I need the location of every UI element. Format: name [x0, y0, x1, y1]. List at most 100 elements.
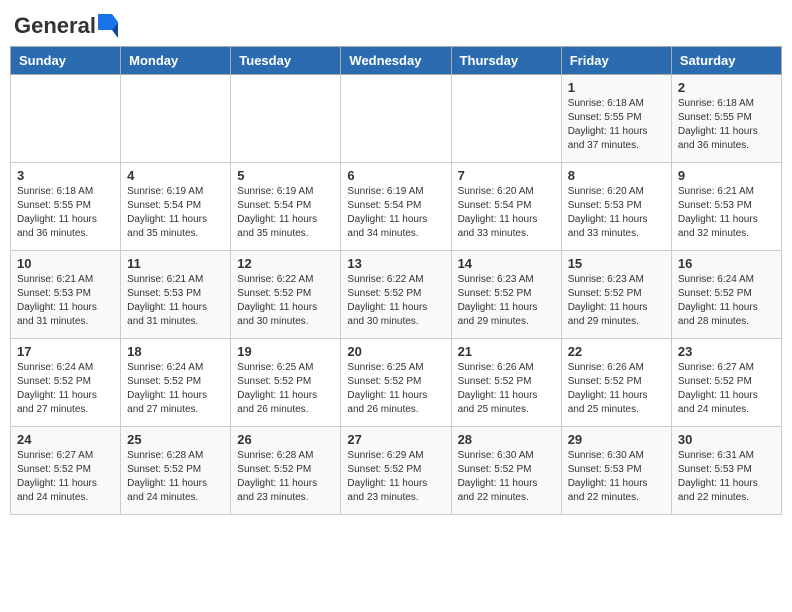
day-info: Sunrise: 6:20 AM Sunset: 5:54 PM Dayligh… — [458, 186, 538, 239]
logo-text-general: General — [14, 15, 96, 37]
day-cell: 12 Sunrise: 6:22 AM Sunset: 5:52 PM Dayli… — [231, 251, 341, 339]
day-number: 6 — [347, 168, 444, 183]
logo-icon — [98, 14, 118, 38]
week-row-3: 10 Sunrise: 6:21 AM Sunset: 5:53 PM Dayli… — [11, 251, 782, 339]
day-cell: 29 Sunrise: 6:30 AM Sunset: 5:53 PM Dayli… — [561, 427, 671, 515]
day-info: Sunrise: 6:31 AM Sunset: 5:53 PM Dayligh… — [678, 450, 758, 503]
day-number: 16 — [678, 256, 775, 271]
day-info: Sunrise: 6:24 AM Sunset: 5:52 PM Dayligh… — [17, 362, 97, 415]
day-number: 30 — [678, 432, 775, 447]
header-cell-friday: Friday — [561, 47, 671, 75]
day-cell: 5 Sunrise: 6:19 AM Sunset: 5:54 PM Daylig… — [231, 163, 341, 251]
calendar-table: SundayMondayTuesdayWednesdayThursdayFrid… — [10, 46, 782, 515]
header-cell-saturday: Saturday — [671, 47, 781, 75]
day-number: 3 — [17, 168, 114, 183]
day-cell: 19Sunrise: 6:25 AM Sunset: 5:52 PM Dayli… — [231, 339, 341, 427]
day-info: Sunrise: 6:21 AM Sunset: 5:53 PM Dayligh… — [127, 274, 207, 327]
day-number: 10 — [17, 256, 114, 271]
day-number: 13 — [347, 256, 444, 271]
day-cell: 6 Sunrise: 6:19 AM Sunset: 5:54 PM Daylig… — [341, 163, 451, 251]
day-cell: 18Sunrise: 6:24 AM Sunset: 5:52 PM Dayli… — [121, 339, 231, 427]
day-info: Sunrise: 6:23 AM Sunset: 5:52 PM Dayligh… — [458, 274, 538, 327]
header-cell-thursday: Thursday — [451, 47, 561, 75]
day-cell: 1 Sunrise: 6:18 AM Sunset: 5:55 PM Daylig… — [561, 75, 671, 163]
day-cell: 17 Sunrise: 6:24 AM Sunset: 5:52 PM Dayli… — [11, 339, 121, 427]
day-number: 2 — [678, 80, 775, 95]
day-cell: 16 Sunrise: 6:24 AM Sunset: 5:52 PM Dayli… — [671, 251, 781, 339]
day-info: Sunrise: 6:28 AM Sunset: 5:52 PM Dayligh… — [127, 450, 207, 503]
day-info: Sunrise: 6:24 AM Sunset: 5:52 PM Dayligh… — [678, 274, 758, 327]
day-number: 11 — [127, 256, 224, 271]
day-number: 29 — [568, 432, 665, 447]
day-info: Sunrise: 6:27 AM Sunset: 5:52 PM Dayligh… — [678, 362, 758, 415]
day-cell: 10 Sunrise: 6:21 AM Sunset: 5:53 PM Dayli… — [11, 251, 121, 339]
day-number: 26 — [237, 432, 334, 447]
day-cell: 28 Sunrise: 6:30 AM Sunset: 5:52 PM Dayli… — [451, 427, 561, 515]
day-number: 4 — [127, 168, 224, 183]
header-cell-tuesday: Tuesday — [231, 47, 341, 75]
day-cell: 3 Sunrise: 6:18 AM Sunset: 5:55 PM Daylig… — [11, 163, 121, 251]
day-info: Sunrise: 6:29 AM Sunset: 5:52 PM Dayligh… — [347, 450, 427, 503]
day-number: 28 — [458, 432, 555, 447]
day-cell — [341, 75, 451, 163]
header: General — [10, 10, 782, 38]
day-info: Sunrise: 6:19 AM Sunset: 5:54 PM Dayligh… — [127, 186, 207, 239]
day-info: Sunrise: 6:18 AM Sunset: 5:55 PM Dayligh… — [568, 98, 648, 151]
day-number: 5 — [237, 168, 334, 183]
header-row: SundayMondayTuesdayWednesdayThursdayFrid… — [11, 47, 782, 75]
day-cell: 20 Sunrise: 6:25 AM Sunset: 5:52 PM Dayli… — [341, 339, 451, 427]
day-number: 17 — [17, 344, 114, 359]
day-number: 22 — [568, 344, 665, 359]
day-info: Sunrise: 6:26 AM Sunset: 5:52 PM Dayligh… — [568, 362, 648, 415]
day-cell: 21Sunrise: 6:26 AM Sunset: 5:52 PM Dayli… — [451, 339, 561, 427]
day-info: Sunrise: 6:27 AM Sunset: 5:52 PM Dayligh… — [17, 450, 97, 503]
day-cell: 11 Sunrise: 6:21 AM Sunset: 5:53 PM Dayli… — [121, 251, 231, 339]
day-number: 9 — [678, 168, 775, 183]
header-cell-sunday: Sunday — [11, 47, 121, 75]
day-cell — [121, 75, 231, 163]
day-cell: 14 Sunrise: 6:23 AM Sunset: 5:52 PM Dayli… — [451, 251, 561, 339]
day-number: 18 — [127, 344, 224, 359]
day-cell: 27 Sunrise: 6:29 AM Sunset: 5:52 PM Dayli… — [341, 427, 451, 515]
day-info: Sunrise: 6:19 AM Sunset: 5:54 PM Dayligh… — [237, 186, 317, 239]
day-number: 27 — [347, 432, 444, 447]
day-info: Sunrise: 6:30 AM Sunset: 5:52 PM Dayligh… — [458, 450, 538, 503]
logo: General — [14, 14, 118, 38]
day-info: Sunrise: 6:30 AM Sunset: 5:53 PM Dayligh… — [568, 450, 648, 503]
week-row-4: 17 Sunrise: 6:24 AM Sunset: 5:52 PM Dayli… — [11, 339, 782, 427]
day-info: Sunrise: 6:21 AM Sunset: 5:53 PM Dayligh… — [678, 186, 758, 239]
header-cell-wednesday: Wednesday — [341, 47, 451, 75]
day-info: Sunrise: 6:22 AM Sunset: 5:52 PM Dayligh… — [237, 274, 317, 327]
day-number: 23 — [678, 344, 775, 359]
day-info: Sunrise: 6:18 AM Sunset: 5:55 PM Dayligh… — [17, 186, 97, 239]
day-number: 7 — [458, 168, 555, 183]
day-cell: 23 Sunrise: 6:27 AM Sunset: 5:52 PM Dayli… — [671, 339, 781, 427]
day-number: 12 — [237, 256, 334, 271]
day-number: 1 — [568, 80, 665, 95]
day-cell: 26 Sunrise: 6:28 AM Sunset: 5:52 PM Dayli… — [231, 427, 341, 515]
day-cell: 8Sunrise: 6:20 AM Sunset: 5:53 PM Daylig… — [561, 163, 671, 251]
day-info: Sunrise: 6:22 AM Sunset: 5:52 PM Dayligh… — [347, 274, 427, 327]
day-cell — [451, 75, 561, 163]
day-number: 20 — [347, 344, 444, 359]
day-info: Sunrise: 6:25 AM Sunset: 5:52 PM Dayligh… — [347, 362, 427, 415]
day-cell: 22 Sunrise: 6:26 AM Sunset: 5:52 PM Dayli… — [561, 339, 671, 427]
day-cell: 25 Sunrise: 6:28 AM Sunset: 5:52 PM Dayli… — [121, 427, 231, 515]
day-cell: 4 Sunrise: 6:19 AM Sunset: 5:54 PM Daylig… — [121, 163, 231, 251]
day-cell — [11, 75, 121, 163]
day-cell: 13 Sunrise: 6:22 AM Sunset: 5:52 PM Dayli… — [341, 251, 451, 339]
day-info: Sunrise: 6:19 AM Sunset: 5:54 PM Dayligh… — [347, 186, 427, 239]
calendar-body: 1 Sunrise: 6:18 AM Sunset: 5:55 PM Daylig… — [11, 75, 782, 515]
day-info: Sunrise: 6:20 AM Sunset: 5:53 PM Dayligh… — [568, 186, 648, 239]
day-number: 19 — [237, 344, 334, 359]
day-info: Sunrise: 6:28 AM Sunset: 5:52 PM Dayligh… — [237, 450, 317, 503]
calendar-header: SundayMondayTuesdayWednesdayThursdayFrid… — [11, 47, 782, 75]
day-number: 24 — [17, 432, 114, 447]
day-cell: 15Sunrise: 6:23 AM Sunset: 5:52 PM Dayli… — [561, 251, 671, 339]
day-info: Sunrise: 6:26 AM Sunset: 5:52 PM Dayligh… — [458, 362, 538, 415]
day-cell: 24 Sunrise: 6:27 AM Sunset: 5:52 PM Dayli… — [11, 427, 121, 515]
header-cell-monday: Monday — [121, 47, 231, 75]
day-number: 25 — [127, 432, 224, 447]
day-number: 14 — [458, 256, 555, 271]
day-info: Sunrise: 6:21 AM Sunset: 5:53 PM Dayligh… — [17, 274, 97, 327]
